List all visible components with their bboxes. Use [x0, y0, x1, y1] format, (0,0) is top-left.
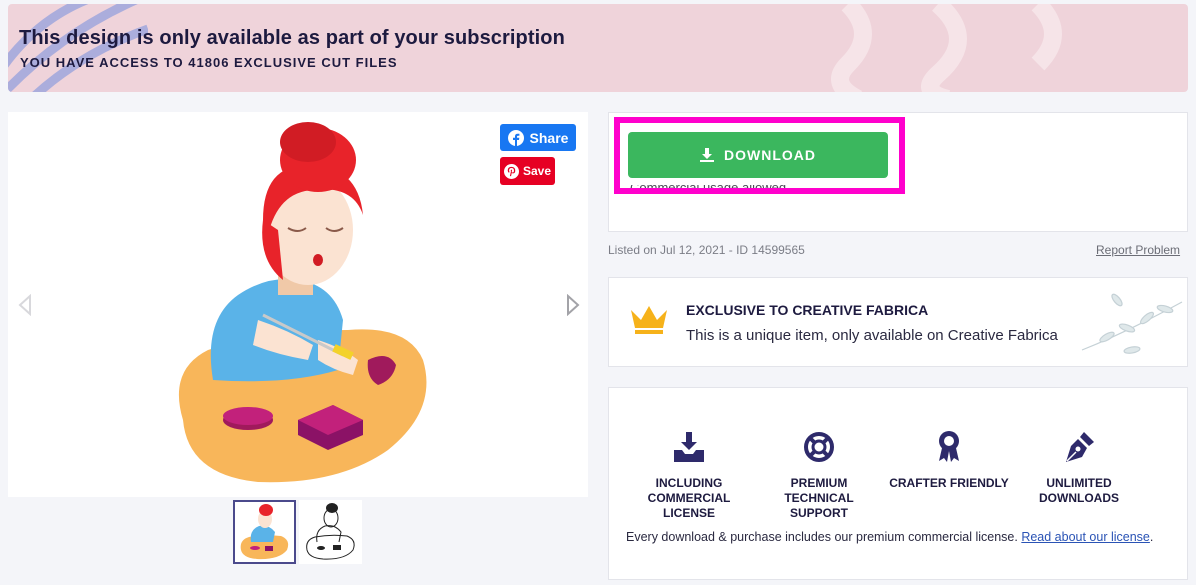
download-label: DOWNLOAD [724, 147, 816, 163]
award-ribbon-icon [939, 431, 959, 462]
crown-icon [631, 306, 667, 334]
feature-label: UNLIMITED DOWNLOADS [1039, 476, 1119, 505]
save-label: Save [522, 164, 552, 178]
feature-commercial-license: INCLUDING COMMERCIAL LICENSE [629, 428, 749, 521]
product-preview: Share Save [8, 112, 588, 497]
feature-technical-support: PREMIUM TECHNICAL SUPPORT [759, 428, 879, 521]
facebook-share-button[interactable]: Share [500, 124, 576, 151]
pinterest-save-button[interactable]: Save [500, 157, 555, 185]
product-illustration [178, 122, 427, 483]
report-problem-link[interactable]: Report Problem [1096, 243, 1180, 257]
license-note: Every download & purchase includes our p… [626, 530, 1166, 545]
exclusive-title: EXCLUSIVE TO CREATIVE FABRICA [686, 302, 929, 318]
lifebuoy-icon [804, 432, 834, 462]
feature-crafter-friendly: CRAFTER FRIENDLY [889, 428, 1009, 491]
thumbnail-outline-image [299, 500, 362, 564]
banner-title: This design is only available as part of… [19, 27, 565, 49]
download-button[interactable]: DOWNLOAD [628, 132, 888, 178]
thumbnail-outline[interactable] [299, 500, 362, 564]
license-note-text: Every download & purchase includes our p… [626, 530, 1018, 544]
listing-info: Listed on Jul 12, 2021 - ID 14599565 [608, 243, 805, 257]
read-license-link[interactable]: Read about our license [1021, 530, 1150, 544]
license-note-period: . [1149, 530, 1154, 544]
thumbnail-color-image [235, 502, 294, 562]
next-image-arrow-icon[interactable] [564, 294, 582, 316]
feature-label: CRAFTER FRIENDLY [889, 476, 1009, 490]
download-tray-icon [674, 432, 704, 462]
feature-label: PREMIUM TECHNICAL SUPPORT [784, 476, 854, 520]
feature-label: INCLUDING COMMERCIAL LICENSE [647, 476, 731, 520]
features-card: INCLUDING COMMERCIAL LICENSE PREMIUM TEC… [608, 387, 1188, 580]
previous-image-arrow-icon[interactable] [16, 294, 34, 316]
facebook-icon [507, 129, 524, 146]
olive-leaves-decoration [1081, 293, 1183, 354]
banner-subtitle: YOU HAVE ACCESS TO 41806 EXCLUSIVE CUT F… [20, 55, 398, 70]
exclusive-text: This is a unique item, only available on… [686, 327, 1058, 344]
subscription-banner: This design is only available as part of… [8, 4, 1188, 92]
thumbnail-color[interactable] [233, 500, 296, 564]
download-icon [700, 148, 714, 162]
banner-wave-decoration [831, 4, 1062, 92]
exclusive-card: EXCLUSIVE TO CREATIVE FABRICA This is a … [608, 277, 1188, 367]
share-label: Share [529, 129, 569, 146]
feature-unlimited-downloads: UNLIMITED DOWNLOADS [1019, 428, 1139, 506]
pinterest-icon [503, 163, 519, 179]
pen-nib-icon [1066, 432, 1094, 462]
